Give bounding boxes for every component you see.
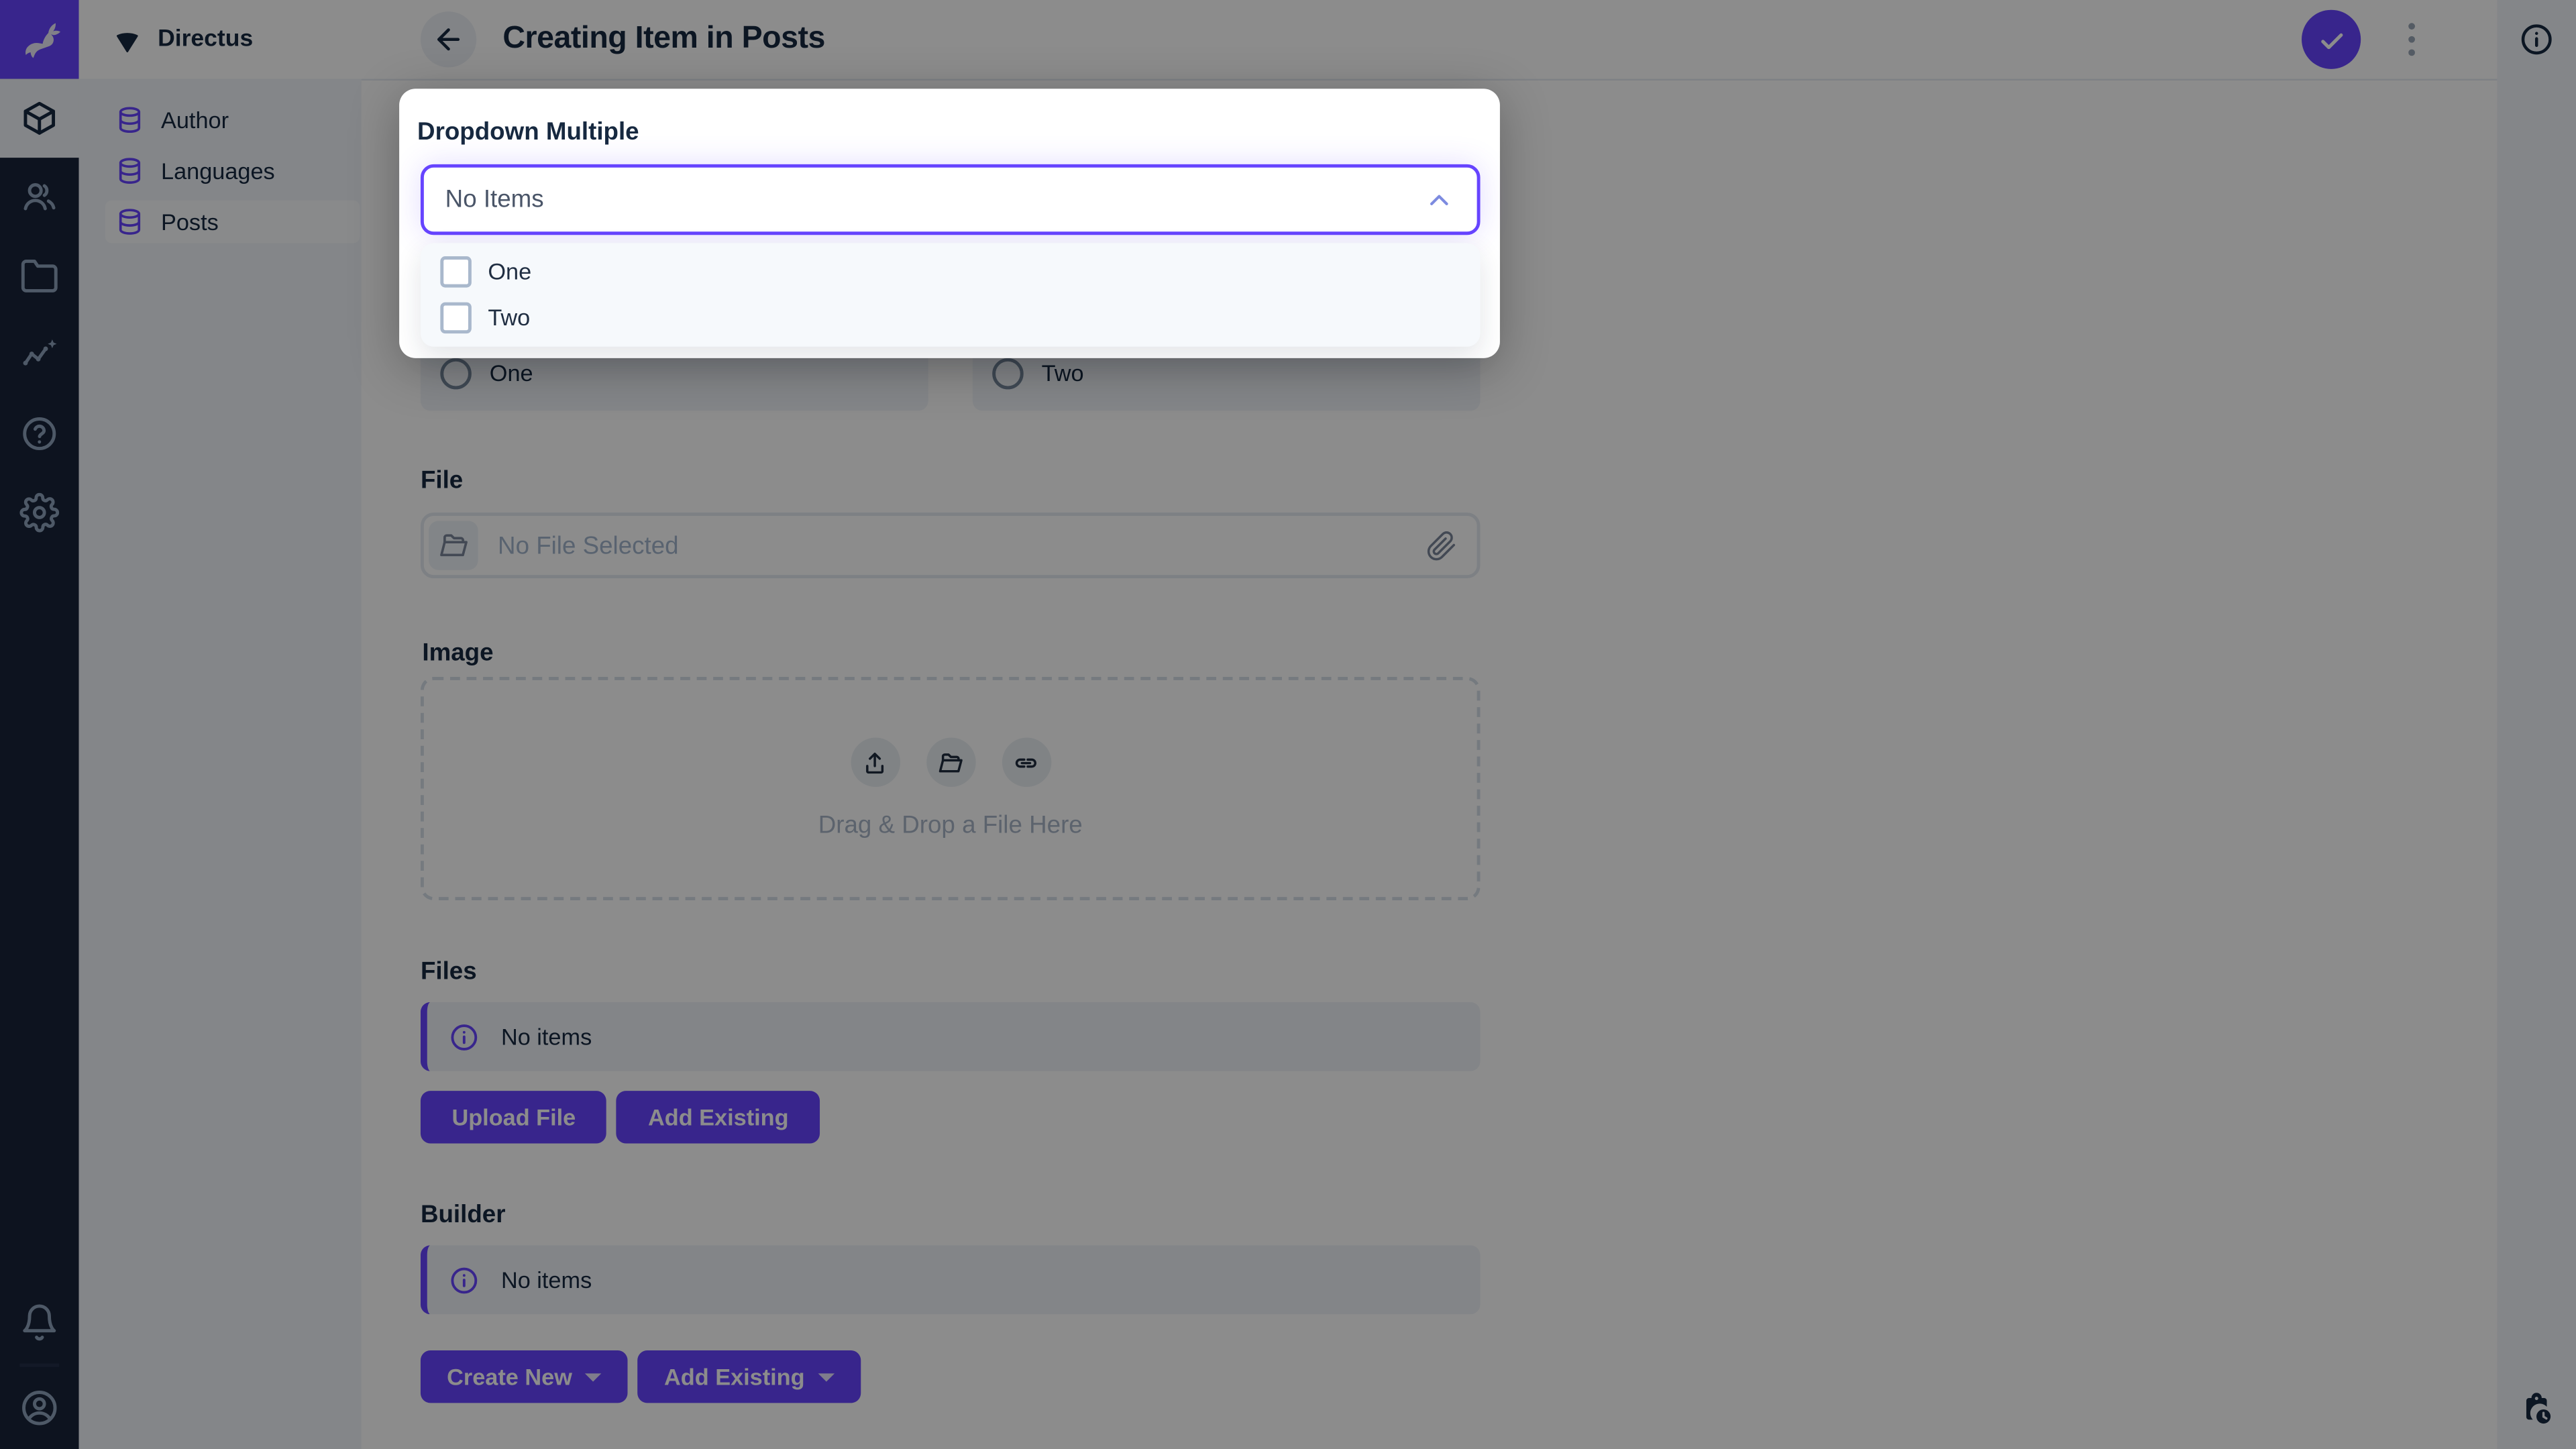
checkbox-icon[interactable] bbox=[440, 255, 472, 287]
menu-item-label: One bbox=[488, 258, 532, 284]
chevron-up-icon bbox=[1423, 183, 1456, 216]
checkbox-icon[interactable] bbox=[440, 301, 472, 333]
menu-item-label: Two bbox=[488, 304, 531, 331]
dropdown-multiple-select[interactable]: No Items bbox=[420, 164, 1481, 235]
dropdown-multiple-popover: Dropdown Multiple No Items One Two bbox=[399, 89, 1500, 358]
screen: Directus Creating Item in Posts Author L… bbox=[0, 0, 2576, 1449]
dropdown-menu: One Two bbox=[420, 243, 1481, 347]
menu-item-two[interactable]: Two bbox=[421, 294, 1481, 340]
directus-app: Directus Creating Item in Posts Author L… bbox=[0, 0, 2576, 1449]
select-value: No Items bbox=[445, 185, 544, 214]
dropdown-field-label: Dropdown Multiple bbox=[417, 118, 639, 146]
menu-item-one[interactable]: One bbox=[421, 248, 1481, 294]
